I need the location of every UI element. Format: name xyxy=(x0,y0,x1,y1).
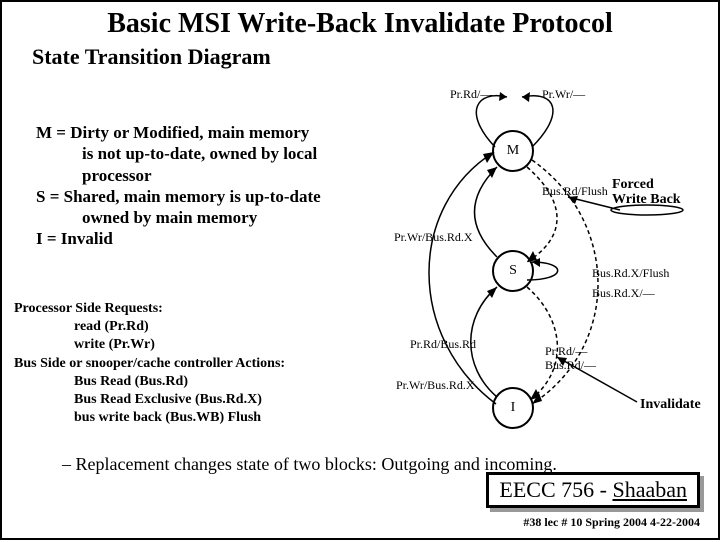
edge-i-to-m xyxy=(429,152,496,404)
lbl-prwr: Pr.Wr/— xyxy=(542,87,585,102)
state-m: M xyxy=(492,130,534,172)
arrow-m-prrd xyxy=(499,92,507,101)
lbl-busrd_: Bus.Rd/— xyxy=(545,358,596,373)
lbl-busrdx_: Bus.Rd.X/— xyxy=(592,286,655,301)
lbl-busrdxflush: Bus.Rd.X/Flush xyxy=(592,266,669,281)
footer-meta: #38 lec # 10 Spring 2004 4-22-2004 xyxy=(523,515,700,530)
forced-a: Forced xyxy=(612,177,654,192)
lbl-busrdflush: Bus.Rd/Flush xyxy=(542,184,608,199)
lbl-prrdbusrd: Pr.Rd/Bus.Rd xyxy=(410,337,476,352)
invalidate-label: Invalidate xyxy=(640,397,701,413)
forced-write-back-label: Forced Write Back xyxy=(612,177,681,208)
state-s: S xyxy=(492,250,534,292)
edge-s-to-m xyxy=(475,167,498,257)
lbl-prwrbusrdx2: Pr.Wr/Bus.Rd.X xyxy=(396,378,475,393)
lbl-prwrbusrdx: Pr.Wr/Bus.Rd.X xyxy=(394,230,473,245)
arrow-m-prwr xyxy=(522,92,530,102)
state-i: I xyxy=(492,387,534,429)
footer-box: EECC 756 - Shaaban xyxy=(486,472,700,508)
slide: Basic MSI Write-Back Invalidate Protocol… xyxy=(0,0,720,540)
lbl-prrd_: Pr.Rd/— xyxy=(545,344,587,359)
edge-m-to-s xyxy=(527,167,557,262)
lbl-prrd: Pr.Rd/— xyxy=(450,87,492,102)
footer-author: Shaaban xyxy=(612,477,687,502)
footer-course: EECC 756 - xyxy=(499,477,612,502)
forced-b: Write Back xyxy=(612,192,681,207)
